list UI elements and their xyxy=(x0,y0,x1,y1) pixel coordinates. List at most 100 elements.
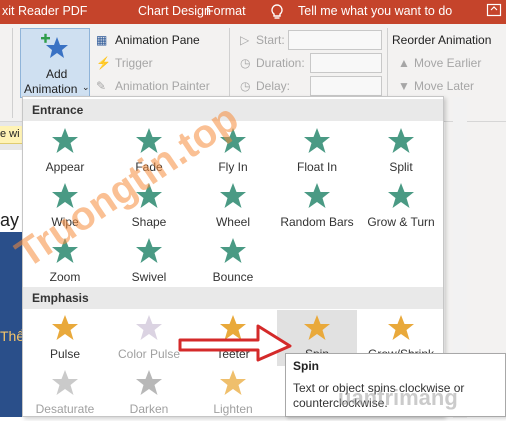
animation-star-icon xyxy=(52,315,78,340)
animation-item-label: Grow & Turn xyxy=(367,215,435,229)
animation-item-swivel[interactable]: Swivel xyxy=(109,233,189,289)
animation-item-label: Shape xyxy=(131,215,167,229)
animation-item-pulse[interactable]: Pulse xyxy=(25,310,105,366)
slide-blue-shape: Thể xyxy=(0,232,25,417)
notification-bar: e wi xyxy=(0,126,22,144)
animation-item-label: Fade xyxy=(135,160,163,174)
tab-chart-design[interactable]: Chart Design xyxy=(138,4,211,18)
animation-item-wheel[interactable]: Wheel xyxy=(193,178,273,234)
animation-star-icon xyxy=(220,370,246,395)
spin-tooltip: Spin Text or object spins clockwise or c… xyxy=(285,353,506,417)
animation-star-icon xyxy=(52,183,78,208)
animation-item-label: Appear xyxy=(45,160,85,174)
animation-item-zoom[interactable]: Zoom xyxy=(25,233,105,289)
animation-star-icon xyxy=(136,128,162,153)
animation-star-icon xyxy=(136,315,162,340)
delay-label: Delay: xyxy=(256,79,291,93)
delay-input[interactable] xyxy=(310,76,382,96)
trigger-icon: ⚡ xyxy=(96,56,111,70)
start-select[interactable] xyxy=(288,30,382,50)
animation-star-icon xyxy=(304,128,330,153)
animation-star-icon xyxy=(136,238,162,263)
animation-item-fly-in[interactable]: Fly In xyxy=(193,123,273,179)
animation-item-label: Wheel xyxy=(215,215,250,229)
tell-me-search[interactable]: Tell me what you want to do xyxy=(298,4,452,18)
tooltip-body: Text or object spins clockwise or counte… xyxy=(293,381,465,410)
animation-item-label: Float In xyxy=(296,160,338,174)
animation-item-color-pulse[interactable]: Color Pulse xyxy=(109,310,189,366)
animation-item-random-bars[interactable]: Random Bars xyxy=(277,178,357,234)
animation-item-label: Swivel xyxy=(131,270,167,284)
star-add-icon xyxy=(41,33,68,58)
duration-input[interactable] xyxy=(310,53,382,73)
animation-star-icon xyxy=(136,183,162,208)
lightbulb-icon xyxy=(270,4,284,23)
slide-shape-text-fragment: Thể xyxy=(0,328,25,344)
animation-item-label: Wipe xyxy=(51,215,79,229)
section-header-emphasis: Emphasis xyxy=(23,287,443,309)
animation-item-label: Lighten xyxy=(213,402,253,416)
animation-pane-icon: ▦ xyxy=(96,33,108,47)
triangle-down-icon: ▼ xyxy=(398,79,410,93)
red-arrow-pointer xyxy=(178,324,292,362)
tab-foxit-reader-pdf[interactable]: xit Reader PDF xyxy=(2,4,87,18)
tooltip-title: Spin xyxy=(293,359,319,373)
reorder-animation-title: Reorder Animation xyxy=(392,33,492,47)
animation-star-icon xyxy=(220,238,246,263)
trigger-button[interactable]: Trigger xyxy=(115,56,153,70)
animation-item-bounce[interactable]: Bounce xyxy=(193,233,273,289)
animation-star-icon xyxy=(388,128,414,153)
tab-format[interactable]: Format xyxy=(206,4,246,18)
animation-star-icon xyxy=(52,370,78,395)
animation-item-desaturate[interactable]: Desaturate xyxy=(25,365,105,421)
add-animation-label-line1: Add xyxy=(46,67,68,81)
animation-item-wipe[interactable]: Wipe xyxy=(25,178,105,234)
start-icon: ▷ xyxy=(240,33,250,47)
move-earlier-button[interactable]: Move Earlier xyxy=(414,56,481,70)
animation-star-icon xyxy=(136,370,162,395)
add-animation-label-line2: Animation xyxy=(24,82,78,96)
animation-item-grow-turn[interactable]: Grow & Turn xyxy=(361,178,441,234)
animation-star-icon xyxy=(220,128,246,153)
animation-item-label: Darken xyxy=(129,402,169,416)
animation-item-darken[interactable]: Darken xyxy=(109,365,189,421)
animation-painter-button[interactable]: Animation Painter xyxy=(115,79,210,93)
notification-text-fragment: e wi xyxy=(0,128,20,140)
animation-item-label: Bounce xyxy=(212,270,254,284)
chevron-down-icon: ⌄ xyxy=(82,82,90,92)
animation-item-label: Desaturate xyxy=(35,402,95,416)
add-animation-button[interactable]: Add Animation ⌄ xyxy=(20,28,90,98)
delay-clock-icon: ◷ xyxy=(240,79,251,93)
animation-star-icon xyxy=(52,128,78,153)
animation-item-fade[interactable]: Fade xyxy=(109,123,189,179)
animation-item-shape[interactable]: Shape xyxy=(109,178,189,234)
animation-item-lighten[interactable]: Lighten xyxy=(193,365,273,421)
animation-star-icon xyxy=(388,315,414,340)
slide-text-fragment: ay xyxy=(0,210,20,230)
ribbon-separator xyxy=(12,28,13,118)
animation-item-split[interactable]: Split xyxy=(361,123,441,179)
animation-item-label: Pulse xyxy=(49,347,81,361)
animation-star-icon xyxy=(304,315,330,340)
duration-label: Duration: xyxy=(256,56,305,70)
animation-item-label: Fly In xyxy=(218,160,248,174)
animation-item-label: Random Bars xyxy=(280,215,354,229)
ribbon-display-icon[interactable] xyxy=(486,2,502,21)
animation-star-icon xyxy=(304,183,330,208)
animation-item-label: Split xyxy=(389,160,413,174)
animation-star-icon xyxy=(388,183,414,208)
clock-icon: ◷ xyxy=(240,56,251,70)
paintbrush-icon: ✎ xyxy=(96,79,107,93)
start-label: Start: xyxy=(256,33,285,47)
animation-item-appear[interactable]: Appear xyxy=(25,123,105,179)
animation-star-icon xyxy=(52,238,78,263)
animation-item-label: Color Pulse xyxy=(117,347,181,361)
section-header-entrance: Entrance xyxy=(23,99,443,121)
animation-star-icon xyxy=(220,183,246,208)
ribbon-tab-bar: xit Reader PDF Chart Design Format Tell … xyxy=(0,0,506,24)
animation-pane-button[interactable]: Animation Pane xyxy=(115,33,200,47)
animation-item-label: Zoom xyxy=(49,270,81,284)
animation-item-float-in[interactable]: Float In xyxy=(277,123,357,179)
move-later-button[interactable]: Move Later xyxy=(414,79,474,93)
triangle-up-icon: ▲ xyxy=(398,56,410,70)
